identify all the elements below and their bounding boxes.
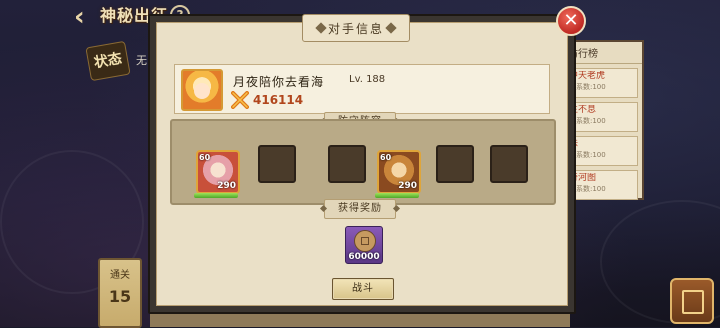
opponent-power: 416114 bbox=[253, 93, 304, 107]
ranking-row-name: 中天老虎 bbox=[569, 71, 606, 81]
ranking-row-name: 生不息 bbox=[569, 105, 597, 115]
hero-hp-fill bbox=[375, 193, 419, 198]
reward-item[interactable]: 60000 bbox=[345, 226, 383, 264]
empty-slot bbox=[258, 145, 296, 183]
hero-power: 290 bbox=[398, 181, 417, 191]
hero-portrait[interactable]: 60 290 bbox=[377, 150, 421, 194]
stage-cleared-card: 通关 15 bbox=[98, 258, 142, 328]
opponent-name: 月夜陪你去看海 bbox=[233, 75, 325, 89]
battle-button[interactable]: 战斗 bbox=[332, 278, 394, 300]
book-icon bbox=[682, 290, 704, 314]
bottom-strip bbox=[150, 314, 570, 327]
hero-portrait[interactable]: 60 290 bbox=[196, 150, 240, 194]
empty-slot bbox=[490, 145, 528, 183]
hero-hp-bar bbox=[375, 193, 419, 198]
hero-hp-bar bbox=[194, 193, 238, 198]
close-button[interactable]: ✕ bbox=[556, 6, 586, 36]
opponent-card: 月夜陪你去看海 Lv. 188 416114 bbox=[174, 64, 550, 114]
opponent-level: Lv. 188 bbox=[349, 74, 386, 85]
reward-section-title: 获得奖励 bbox=[324, 199, 396, 219]
crossed-swords-icon bbox=[231, 91, 249, 109]
ranking-row-sub: 试系数:100 bbox=[569, 185, 606, 193]
dialog-title-bar: 对手信息 bbox=[302, 14, 410, 42]
hero-level: 60 bbox=[199, 153, 211, 162]
ranking-row-sub: 试系数:100 bbox=[569, 151, 606, 159]
empty-slot bbox=[436, 145, 474, 183]
status-text: 无 bbox=[136, 54, 147, 67]
opponent-avatar bbox=[181, 69, 223, 111]
ranking-row-name: 味 bbox=[569, 139, 633, 150]
stage-label: 通关 bbox=[110, 270, 130, 281]
stage-number: 15 bbox=[108, 287, 132, 306]
hero-power: 290 bbox=[217, 181, 236, 191]
ranking-row-sub: 试系数:100 bbox=[569, 83, 606, 91]
status-badge: 状态 bbox=[85, 40, 131, 82]
ranking-row-name: 奇河图 bbox=[569, 173, 597, 183]
opponent-info-dialog: 对手信息 月夜陪你去看海 Lv. 188 416114 防守阵容 60 290 … bbox=[148, 14, 576, 314]
ranking-row-sub: 试系数:100 bbox=[569, 117, 606, 125]
back-button[interactable]: ‹ bbox=[74, 4, 98, 30]
reward-amount: 60000 bbox=[348, 252, 380, 262]
empty-slot bbox=[328, 145, 366, 183]
copper-coin-icon bbox=[354, 230, 376, 252]
hero-level: 60 bbox=[380, 153, 392, 162]
hero-hp-fill bbox=[194, 193, 238, 198]
codex-button[interactable] bbox=[670, 278, 714, 324]
